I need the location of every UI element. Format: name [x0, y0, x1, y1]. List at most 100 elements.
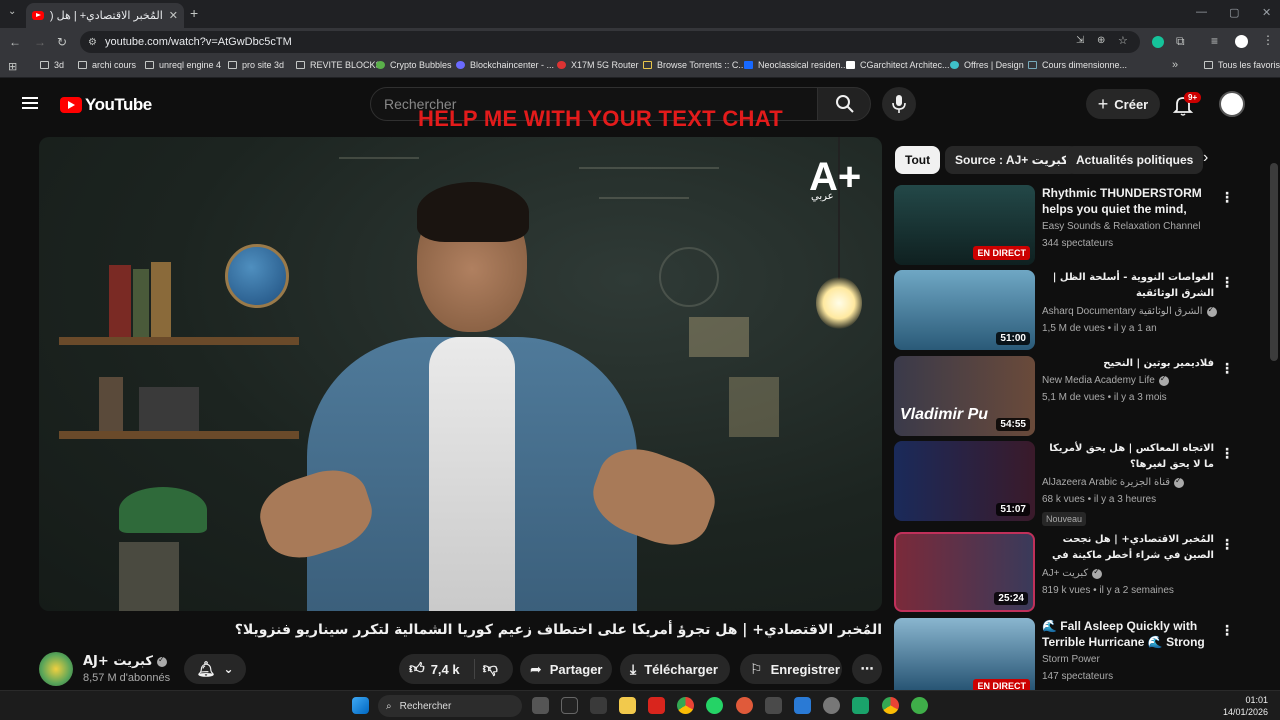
overlay-caption: HELP ME WITH YOUR TEXT CHAT — [418, 106, 783, 131]
reading-list-icon[interactable]: ≡ — [1211, 34, 1218, 48]
acrobat-icon[interactable] — [648, 697, 665, 714]
youtube-logo[interactable]: YouTube — [60, 95, 152, 115]
share-button[interactable]: ➦ Partager — [520, 654, 612, 684]
url-omnibox[interactable]: ⚙ youtube.com/watch?v=AtGwDbc5cTM ⇲ ⊕ ☆ — [80, 31, 1140, 53]
recommendation-item[interactable]: 51:07 الاتجاه المعاكس | هل يحق لأمريكا م… — [894, 441, 1234, 526]
hamburger-menu-icon[interactable] — [22, 97, 38, 109]
bookmark-item[interactable]: Crypto Bubbles — [376, 60, 452, 70]
grammarly-extension-icon[interactable] — [1152, 36, 1164, 48]
taskbar-clock[interactable]: 01:01 14/01/2026 — [1222, 694, 1268, 718]
bookmark-star-icon[interactable]: ☆ — [1118, 34, 1128, 47]
recommendation-channel[interactable]: AJ+ كبريت — [1042, 567, 1103, 579]
thumbnail[interactable]: EN DIRECT — [894, 185, 1035, 265]
back-arrow-icon[interactable]: ← — [9, 35, 21, 49]
recommendation-item[interactable]: Vladimir Pu 54:55 فلاديمير بوتين | النحي… — [894, 356, 1234, 436]
app-icon[interactable] — [852, 697, 869, 714]
recommendation-channel[interactable]: AlJazeera Arabic قناة الجزيرة — [1042, 476, 1185, 488]
more-options-icon[interactable]: ⋮ — [1220, 360, 1234, 377]
bookmark-item[interactable]: Neoclassical residen... — [744, 60, 848, 70]
extensions-icon[interactable]: ⧉ — [1176, 34, 1185, 49]
chip-politics[interactable]: Actualités politiques — [1066, 146, 1204, 174]
file-explorer-icon[interactable] — [619, 697, 636, 714]
reload-icon[interactable]: ↻ — [57, 35, 67, 49]
subscribed-notifications-button[interactable]: 🔔︎ ⌄ — [184, 654, 246, 684]
recommendation-channel[interactable]: Asharq Documentary الشرق الوثائقية — [1042, 305, 1217, 317]
more-options-icon[interactable]: ⋮ — [1220, 189, 1234, 206]
whatsapp-icon[interactable] — [706, 697, 723, 714]
browser-tab-active[interactable]: المُخبر الاقتصادي+ | هل (33) ✕ — [26, 3, 184, 28]
windows-start-icon[interactable] — [352, 697, 369, 714]
store-icon[interactable] — [590, 697, 607, 714]
chips-next-arrow-icon[interactable]: › — [1203, 149, 1208, 167]
bookmark-item[interactable]: unreql engine 4 — [145, 60, 221, 70]
app-icon[interactable] — [911, 697, 928, 714]
dislike-button[interactable]: 👎︎ — [483, 660, 498, 678]
settings-icon[interactable] — [823, 697, 840, 714]
app-icon[interactable] — [736, 697, 753, 714]
recommendation-item[interactable]: EN DIRECT Rhythmic THUNDERSTORM helps yo… — [894, 185, 1234, 265]
recommendation-channel[interactable]: New Media Academy Life — [1042, 374, 1169, 386]
channel-name[interactable]: AJ+ كبريت — [83, 654, 167, 669]
all-bookmarks-button[interactable]: Tous les favoris — [1204, 60, 1280, 70]
thumbnail[interactable]: EN DIRECT — [894, 618, 1035, 690]
chrome-icon[interactable] — [882, 697, 899, 714]
new-tab-icon[interactable]: + — [190, 5, 198, 21]
bookmark-item[interactable]: CGarchitect Architec... — [846, 60, 950, 70]
page-scrollbar[interactable] — [1270, 163, 1278, 361]
install-app-icon[interactable]: ⇲ — [1076, 35, 1084, 46]
thumbnail[interactable]: 25:24 — [894, 532, 1035, 612]
zoom-icon[interactable]: ⊕ — [1097, 35, 1105, 46]
task-view-icon[interactable] — [532, 697, 549, 714]
chip-source[interactable]: Source : AJ+ كبريت — [945, 146, 1079, 174]
thumbnail[interactable]: Vladimir Pu 54:55 — [894, 356, 1035, 436]
channel-avatar[interactable] — [39, 652, 73, 686]
bookmark-item[interactable]: REVITE BLOCKS — [296, 60, 382, 70]
recommendation-channel[interactable]: Storm Power — [1042, 654, 1100, 665]
more-options-icon[interactable]: ⋮ — [1220, 445, 1234, 462]
window-close-icon[interactable]: ✕ — [1262, 6, 1271, 19]
recommendation-item[interactable]: 51:00 الغواصات النووية - أسلحة الظل | ال… — [894, 270, 1234, 350]
bookmark-item[interactable]: X17M 5G Router — [557, 60, 639, 70]
search-button[interactable] — [817, 87, 871, 121]
profile-avatar-icon[interactable] — [1235, 35, 1248, 48]
account-avatar[interactable] — [1219, 91, 1245, 117]
app-icon[interactable] — [794, 697, 811, 714]
bookmark-item[interactable]: archi cours — [78, 60, 136, 70]
video-player[interactable]: A+ عربي — [39, 137, 882, 611]
recommendation-title: الغواصات النووية - أسلحة الظل | الشرق ال… — [1052, 272, 1214, 299]
bookmark-item[interactable]: 3d — [40, 60, 64, 70]
recommendation-item[interactable]: 25:24 المُخبر الاقتصادي+ | هل نجحت الصين… — [894, 532, 1234, 612]
like-button[interactable]: 👍︎ 7,4 k — [409, 660, 460, 678]
tab-close-icon[interactable]: ✕ — [169, 9, 178, 22]
more-options-icon[interactable]: ⋮ — [1220, 622, 1234, 639]
more-actions-button[interactable]: ⋯ — [852, 654, 882, 684]
apps-grid-icon[interactable]: ⊞ — [8, 60, 17, 73]
calculator-icon[interactable] — [765, 697, 782, 714]
recommendation-item[interactable]: EN DIRECT 🌊 Fall Asleep Quickly with Ter… — [894, 618, 1234, 690]
app-icon[interactable] — [561, 697, 578, 714]
thumbnail[interactable]: 51:07 — [894, 441, 1035, 521]
chip-all[interactable]: Tout — [895, 146, 941, 174]
maximize-icon[interactable]: ▢ — [1229, 6, 1239, 19]
more-options-icon[interactable]: ⋮ — [1220, 274, 1234, 291]
create-button[interactable]: + Créer — [1086, 89, 1160, 119]
minimize-icon[interactable]: — — [1196, 6, 1207, 18]
bookmark-item[interactable]: Offres | Design — [950, 60, 1024, 70]
browser-menu-icon[interactable]: ⋮ — [1262, 33, 1274, 47]
tab-list-chevron-icon[interactable]: ⌄ — [8, 6, 16, 17]
bookmark-item[interactable]: Blockchaincenter - ... — [456, 60, 554, 70]
recommendation-channel[interactable]: Easy Sounds & Relaxation Channel — [1042, 221, 1200, 232]
voice-search-button[interactable] — [882, 87, 916, 121]
bookmark-item[interactable]: Browse Torrents :: C... — [643, 60, 746, 70]
more-options-icon[interactable]: ⋮ — [1220, 536, 1234, 553]
site-info-icon[interactable]: ⚙ — [88, 37, 97, 48]
bookmarks-overflow-icon[interactable]: » — [1172, 59, 1178, 71]
thumbnail[interactable]: 51:00 — [894, 270, 1035, 350]
chrome-icon[interactable] — [677, 697, 694, 714]
forward-arrow-icon[interactable]: → — [34, 35, 46, 49]
taskbar-search[interactable]: ⌕ Rechercher — [378, 695, 522, 717]
download-button[interactable]: ⤓ Télécharger — [620, 654, 730, 684]
save-button[interactable]: ⚐ Enregistrer — [740, 654, 842, 684]
bookmark-item[interactable]: pro site 3d — [228, 60, 284, 70]
bookmark-item[interactable]: Cours dimensionne... — [1028, 60, 1127, 70]
